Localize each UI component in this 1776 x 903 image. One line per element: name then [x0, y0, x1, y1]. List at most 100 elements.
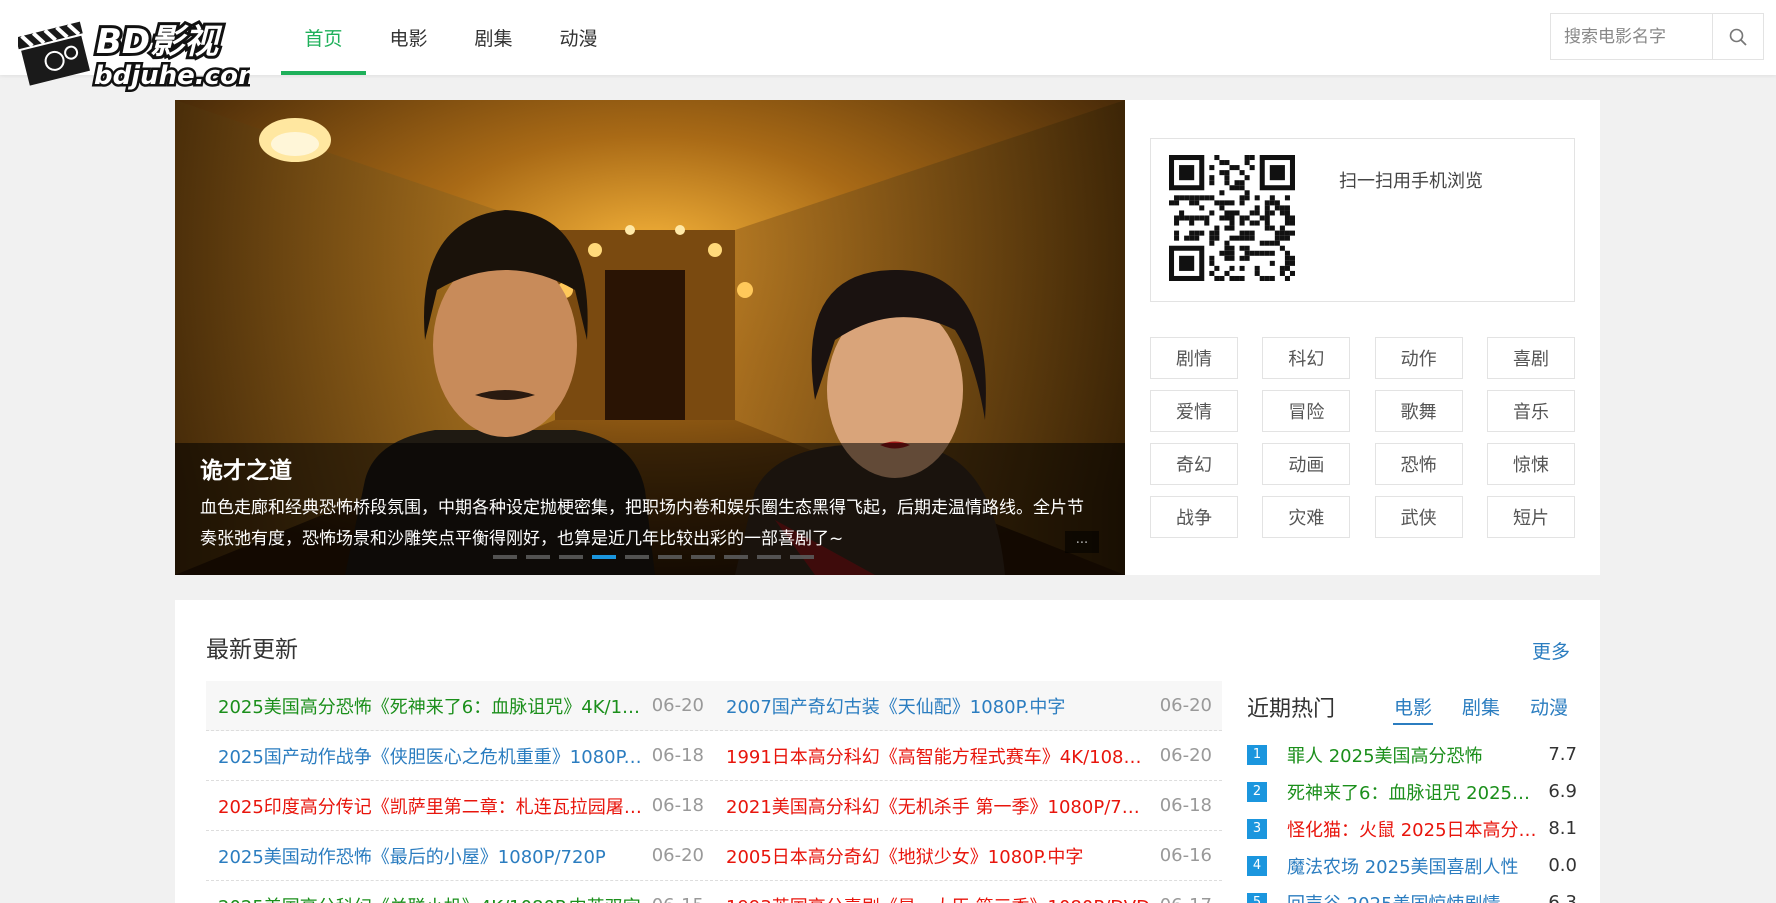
update-date: 06-20	[651, 845, 704, 866]
rank-badge: 2	[1247, 781, 1267, 802]
movie-link[interactable]: 2025国产动作战争《侠胆医心之危机重重》1080P.国语中字	[218, 743, 642, 769]
slider-dot[interactable]	[757, 555, 781, 559]
genre-tag[interactable]: 短片	[1486, 496, 1575, 538]
hot-movie-link[interactable]: 魔法农场 2025美国喜剧人性	[1287, 853, 1545, 879]
genre-tag[interactable]: 恐怖	[1374, 443, 1463, 485]
rank-badge: 1	[1247, 744, 1267, 765]
movie-link[interactable]: 2025印度高分传记《凯萨里第二章：札连瓦拉园屠杀》1080P.中字	[218, 793, 642, 819]
genre-tag[interactable]: 科幻	[1262, 337, 1351, 379]
hero-more-button[interactable]: ...	[1065, 531, 1099, 553]
list-item: 2005日本高分奇幻《地狱少女》1080P.中字 06-16	[714, 843, 1222, 869]
site-logo[interactable]: BD影视 bdjuhe.com	[15, 8, 268, 96]
search-icon	[1729, 28, 1747, 46]
hot-list-item: 1 罪人 2025美国高分恐怖 7.7	[1247, 736, 1577, 773]
movie-link[interactable]: 2021美国高分科幻《无机杀手 第一季》1080P/720P.中字	[726, 793, 1150, 819]
hot-list: 1 罪人 2025美国高分恐怖7.7 2 死神来了6：血脉诅咒 2025美国高分恐怖 6…	[1247, 736, 1577, 903]
score: 7.7	[1548, 744, 1577, 765]
hot-movie-link[interactable]: 罪人 2025美国高分恐怖	[1287, 742, 1545, 768]
hot-list-item: 3 怪化猫：火鼠 2025日本高分动画 8.1	[1247, 810, 1577, 847]
section-title: 最新更新	[206, 637, 298, 663]
tab-hot-movies[interactable]: 电影	[1379, 681, 1447, 731]
slider-dots	[493, 555, 814, 559]
slider-dot[interactable]	[691, 555, 715, 559]
hot-list-item: 2 死神来了6：血脉诅咒 2025美国高分恐怖6.9	[1247, 773, 1577, 810]
table-row: 2025美国高分恐怖《死神来了6：血脉诅咒》4K/1080P.中字06-2020…	[206, 681, 1222, 731]
score: 6.3	[1548, 892, 1577, 903]
nav-item-home[interactable]: 首页	[281, 0, 366, 75]
list-item: 2007国产奇幻古装《天仙配》1080P.中字 06-20	[714, 693, 1222, 719]
update-date: 06-20	[651, 695, 704, 716]
table-row: 2025国产动作战争《侠胆医心之危机重重》1080P.国语中字 06-18 1991…	[206, 731, 1222, 781]
genre-tag[interactable]: 动作	[1374, 337, 1463, 379]
genre-tag[interactable]: 奇幻	[1150, 443, 1238, 485]
update-date: 06-18	[651, 795, 704, 816]
genre-tag[interactable]: 音乐	[1486, 390, 1575, 432]
movie-link[interactable]: 2025美国高分科幻《关联小机》4K/1080P.中英双字	[218, 893, 642, 903]
nav-item-anime[interactable]: 动漫	[536, 0, 621, 75]
slider-dot[interactable]	[592, 555, 616, 559]
list-item: 2025美国动作恐怖《最后的小屋》1080P/720P 06-20	[206, 843, 714, 869]
genre-tag[interactable]: 歌舞	[1374, 390, 1463, 432]
hero-title[interactable]: 诡才之道	[200, 453, 1100, 489]
list-item: 2025美国高分科幻《关联小机》4K/1080P.中英双字06-15	[206, 893, 714, 903]
tab-hot-anime[interactable]: 动漫	[1515, 681, 1583, 731]
movie-link[interactable]: 2007国产奇幻古装《天仙配》1080P.中字	[726, 693, 1150, 719]
qr-box: 扫一扫用手机浏览	[1150, 138, 1575, 302]
movie-link[interactable]: 2005日本高分奇幻《地狱少女》1080P.中字	[726, 843, 1150, 869]
update-date: 06-17	[1150, 895, 1222, 903]
search-button[interactable]	[1712, 14, 1763, 59]
update-date: 06-20	[1159, 695, 1212, 716]
search-box	[1550, 13, 1764, 60]
genre-tag[interactable]: 剧情	[1150, 337, 1238, 379]
clapperboard-logo-icon: BD影视 bdjuhe.com	[15, 19, 268, 94]
site-header: BD影视 bdjuhe.com 首页 电影 剧集 动漫	[0, 0, 1776, 94]
tab-hot-series[interactable]: 剧集	[1447, 681, 1515, 731]
genre-tag[interactable]: 武侠	[1374, 496, 1463, 538]
hero-slider[interactable]: 诡才之道 血色走廊和经典恐怖桥段氛围，中期各种设定抛梗密集，把职场内卷和娱乐圈生…	[175, 100, 1125, 575]
hot-movie-link[interactable]: 死神来了6：血脉诅咒 2025美国高分恐怖	[1287, 779, 1545, 805]
svg-text:BD影视: BD影视	[96, 22, 223, 62]
list-item: 2025美国高分恐怖《死神来了6：血脉诅咒》4K/1080P.中字 06-20	[206, 693, 714, 719]
slider-dot[interactable]	[526, 555, 550, 559]
update-date: 06-18	[651, 745, 704, 766]
svg-text:bdjuhe.com: bdjuhe.com	[94, 61, 250, 91]
genre-tag[interactable]: 爱情	[1150, 390, 1238, 432]
slider-dot[interactable]	[493, 555, 517, 559]
slider-dot[interactable]	[658, 555, 682, 559]
more-link[interactable]: 更多	[1532, 637, 1570, 664]
nav-item-movies[interactable]: 电影	[366, 0, 451, 75]
hot-list-item: 5 回声谷 2025美国惊悚剧情6.3	[1247, 884, 1577, 903]
hot-movie-link[interactable]: 回声谷 2025美国惊悚剧情	[1287, 890, 1545, 903]
genre-tag[interactable]: 惊悚	[1486, 443, 1575, 485]
movie-link[interactable]: 1991日本高分科幻《高智能方程式赛车》4K/1080P.中字	[726, 743, 1150, 769]
genre-tag[interactable]: 战争	[1150, 496, 1238, 538]
hot-movie-link[interactable]: 怪化猫：火鼠 2025日本高分动画	[1287, 816, 1545, 842]
rank-badge: 5	[1247, 892, 1267, 903]
genre-tag[interactable]: 动画	[1262, 443, 1351, 485]
genre-tag[interactable]: 冒险	[1262, 390, 1351, 432]
side-panel: 扫一扫用手机浏览 剧情 科幻 动作 喜剧 爱情 冒险 歌舞 音乐 奇幻 动画 恐…	[1125, 100, 1600, 575]
hot-title: 近期热门	[1247, 697, 1336, 722]
hot-list-item: 4 魔法农场 2025美国喜剧人性 0.0	[1247, 847, 1577, 884]
search-input[interactable]	[1551, 14, 1712, 59]
slider-dot[interactable]	[559, 555, 583, 559]
movie-link[interactable]: 2025美国高分恐怖《死神来了6：血脉诅咒》4K/1080P.中字	[218, 693, 642, 719]
slider-dot[interactable]	[625, 555, 649, 559]
nav-item-series[interactable]: 剧集	[451, 0, 536, 75]
qr-code-icon	[1169, 155, 1295, 281]
score: 8.1	[1548, 818, 1577, 839]
update-date: 06-20	[1159, 745, 1212, 766]
list-item: 1993英国高分喜剧《是，大臣 第三季》1080P/DVD06-17	[714, 893, 1222, 903]
slider-dot[interactable]	[724, 555, 748, 559]
genre-tag[interactable]: 灾难	[1262, 496, 1351, 538]
update-date: 06-15	[642, 895, 714, 903]
genre-grid: 剧情 科幻 动作 喜剧 爱情 冒险 歌舞 音乐 奇幻 动画 恐怖 惊悚 战争 灾…	[1150, 337, 1575, 538]
rank-badge: 3	[1247, 818, 1267, 839]
movie-link[interactable]: 1993英国高分喜剧《是，大臣 第三季》1080P/DVD	[726, 893, 1150, 903]
qr-caption: 扫一扫用手机浏览	[1339, 171, 1483, 192]
movie-link[interactable]: 2025美国动作恐怖《最后的小屋》1080P/720P	[218, 843, 642, 869]
list-item: 1991日本高分科幻《高智能方程式赛车》4K/1080P.中字 06-20	[714, 743, 1222, 769]
slider-dot[interactable]	[790, 555, 814, 559]
genre-tag[interactable]: 喜剧	[1486, 337, 1575, 379]
score: 0.0	[1548, 855, 1577, 876]
